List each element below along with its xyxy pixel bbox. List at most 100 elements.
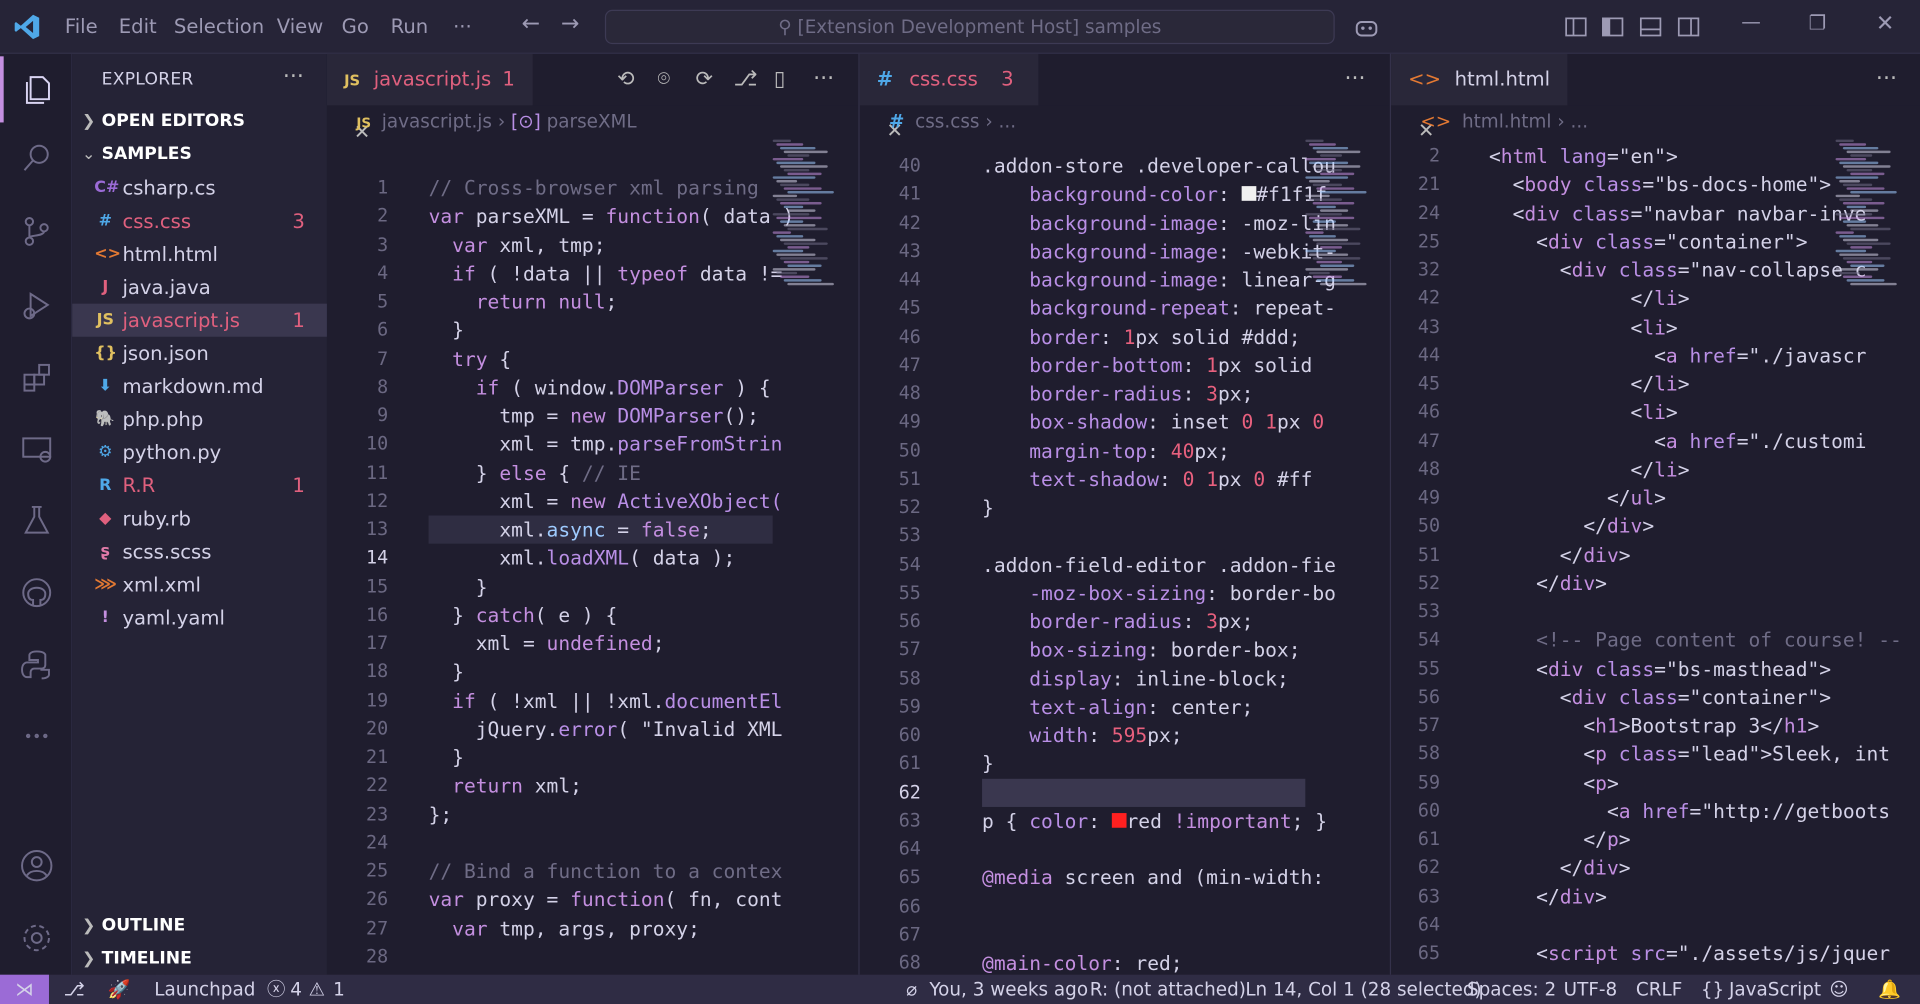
code-line: <h1>Bootstrap 3</h1> (1488, 713, 1820, 738)
line-number: 56 (898, 609, 921, 632)
code-line: <a href="./javascr (1488, 343, 1867, 368)
more-views-icon[interactable] (0, 703, 72, 769)
git-blame-status[interactable]: You, 3 weeks ago (929, 975, 1088, 1004)
testing-icon[interactable] (0, 487, 72, 553)
code-line (982, 778, 1306, 807)
cursor-position[interactable]: Ln 14, Col 1 (28 selected) (1245, 975, 1481, 1004)
file-item[interactable]: ⚙ python.py (72, 436, 327, 469)
editor-more-actions-icon[interactable]: ··· (1876, 66, 1897, 92)
line-number: 42 (898, 211, 921, 234)
timeline-section[interactable]: ❯ TIMELINE (72, 943, 327, 976)
copilot-status-icon[interactable]: ☺ (1829, 975, 1848, 1004)
breadcrumb-symbol[interactable]: parseXML (547, 110, 637, 132)
menu-edit[interactable]: Edit (119, 15, 157, 38)
source-control-icon[interactable] (0, 198, 72, 264)
line-number: 60 (1417, 799, 1441, 822)
more-actions-icon[interactable]: ··· (283, 64, 304, 90)
toggle-primary-sidebar-icon[interactable] (1599, 13, 1626, 40)
outline-section[interactable]: ❯ OUTLINE (72, 910, 327, 943)
file-item[interactable]: Jjava.java (72, 271, 327, 304)
file-item[interactable]: ◆ ruby.rb (72, 502, 327, 535)
code-line: var xml, tmp; (452, 233, 606, 257)
r-status[interactable]: R: (not attached) (1090, 975, 1246, 1004)
line-number: 50 (898, 438, 921, 462)
language-mode[interactable]: JavaScript (1729, 975, 1821, 1004)
warning-count[interactable]: 1 (333, 975, 345, 1004)
launchpad-button[interactable]: Launchpad (154, 975, 255, 1004)
problem-count-badge: 1 (292, 308, 305, 332)
editor-more-actions-icon[interactable]: ··· (813, 66, 834, 92)
indentation[interactable]: Spaces: 2 (1467, 975, 1556, 1004)
previous-change-icon[interactable]: ⌾ (658, 67, 670, 91)
minimize-icon[interactable]: — (1741, 10, 1761, 33)
minimap[interactable] (1305, 139, 1378, 311)
notifications-bell-icon[interactable]: 🔔 (1878, 975, 1901, 1004)
run-debug-icon[interactable] (0, 272, 72, 338)
error-count[interactable]: 4 (290, 975, 302, 1004)
python-icon[interactable] (0, 632, 72, 698)
menu-go[interactable]: Go (342, 15, 369, 38)
breadcrumb-file[interactable]: css.css (915, 110, 979, 132)
file-item[interactable]: ʂ scss.scss (72, 535, 327, 568)
open-changes-icon[interactable]: ⟲ (617, 67, 634, 91)
line-number: 42 (1417, 286, 1441, 309)
next-change-icon[interactable]: ⟳ (696, 67, 713, 91)
editor-more-actions-icon[interactable]: ··· (1345, 66, 1366, 92)
file-item[interactable]: ⬇ markdown.md (72, 370, 327, 403)
forward-arrow-icon[interactable]: → (561, 11, 579, 37)
line-number: 64 (898, 837, 921, 860)
file-item[interactable]: ! yaml.yaml (72, 601, 327, 634)
encoding[interactable]: UTF-8 (1564, 975, 1618, 1004)
file-item[interactable]: JS javascript.js 1 (72, 303, 327, 337)
tab-javascript[interactable]: JS javascript.js 1 ✕ (326, 53, 533, 143)
menu-file[interactable]: File (65, 15, 98, 38)
open-editors-section[interactable]: ❯ OPEN EDITORS (72, 105, 327, 138)
remote-explorer-icon[interactable] (0, 416, 72, 482)
breadcrumb-more[interactable]: ... (999, 110, 1017, 132)
back-arrow-icon[interactable]: ← (522, 11, 540, 37)
command-center-search[interactable]: ⚲ [Extension Development Host] samples (604, 9, 1335, 45)
close-window-icon[interactable]: ✕ (1876, 11, 1894, 37)
github-icon[interactable] (0, 560, 72, 626)
samples-section[interactable]: ⌄ SAMPLES (72, 138, 327, 171)
code-line: jQuery.error( "Invalid XML (428, 717, 783, 741)
explorer-icon[interactable] (0, 56, 72, 123)
code-line: box-sizing: border-box; (1029, 638, 1301, 662)
minimap[interactable] (1835, 139, 1909, 311)
restore-icon[interactable]: ❐ (1809, 11, 1827, 34)
search-icon[interactable] (0, 125, 72, 191)
menu-view[interactable]: View (277, 15, 323, 38)
minimap[interactable] (772, 139, 846, 311)
settings-gear-icon[interactable] (0, 905, 72, 971)
tab-css[interactable]: # css.css 3 ✕ (859, 53, 1039, 142)
file-item[interactable]: {} json.json (72, 337, 327, 370)
file-item[interactable]: R R.R 1 (72, 469, 327, 502)
code-line: xml = tmp.parseFromStrin (428, 432, 783, 456)
line-number: 19 (366, 688, 389, 711)
code-line: border-radius: 3px; (1029, 609, 1254, 634)
copilot-icon[interactable] (1353, 13, 1380, 40)
toggle-panel-icon[interactable] (1637, 13, 1664, 40)
menu-more[interactable]: ··· (453, 15, 472, 38)
breadcrumb-more[interactable]: ... (1571, 110, 1589, 132)
breadcrumb-file[interactable]: javascript.js (382, 110, 492, 132)
breadcrumb-file[interactable]: html.html (1462, 110, 1552, 132)
tab-html[interactable]: <> html.html ✕ (1391, 53, 1568, 142)
customize-layout-icon[interactable] (1562, 13, 1589, 40)
source-control-status-icon[interactable]: ⎇ (64, 975, 85, 1004)
line-ending[interactable]: CRLF (1636, 975, 1682, 1004)
menu-selection[interactable]: Selection (174, 15, 264, 38)
file-item[interactable]: C# csharp.cs (72, 171, 327, 204)
code-line: </li> (1488, 457, 1690, 481)
remote-indicator-icon[interactable]: ⋊ (0, 974, 49, 1004)
accounts-icon[interactable] (0, 833, 72, 899)
file-item[interactable]: ⋙ xml.xml (72, 568, 327, 601)
split-editor-icon[interactable]: ▯ (774, 67, 785, 91)
file-item[interactable]: # css.css 3 (72, 204, 327, 237)
git-graph-icon[interactable]: ⎇ (733, 67, 757, 91)
extensions-icon[interactable] (0, 345, 72, 411)
file-item[interactable]: 🐘 php.php (72, 403, 327, 436)
file-item[interactable]: <> html.html (72, 238, 327, 271)
menu-run[interactable]: Run (391, 15, 429, 38)
toggle-secondary-sidebar-icon[interactable] (1675, 13, 1702, 40)
